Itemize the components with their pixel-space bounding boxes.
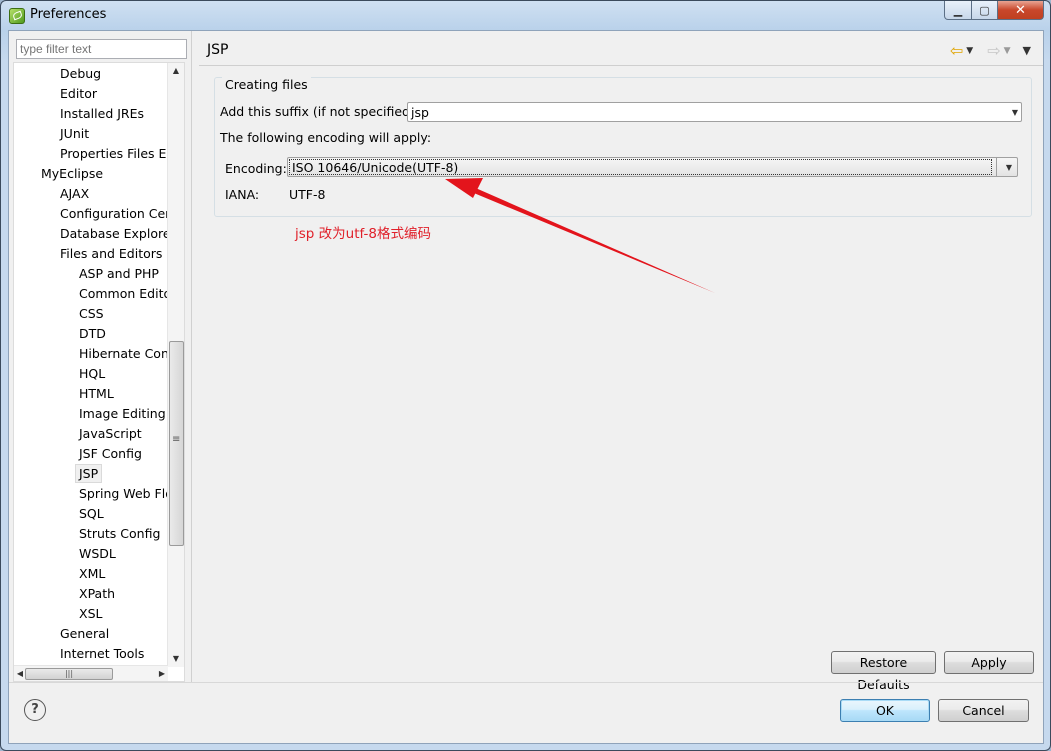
- tree-item[interactable]: Image Editing: [14, 404, 169, 424]
- app-icon: [9, 8, 25, 24]
- preferences-window: Preferences ▁ ▢ ✕ DebugEditorInstalled J…: [0, 0, 1051, 751]
- tree-item[interactable]: XSL: [14, 604, 169, 624]
- scroll-right-icon[interactable]: ▶: [156, 666, 168, 681]
- arrow-shaft: [469, 186, 715, 293]
- close-icon: ✕: [1015, 2, 1026, 18]
- tree-item[interactable]: HQL: [14, 364, 169, 384]
- tree-item[interactable]: JavaScript: [14, 424, 169, 444]
- minimize-icon: ▁: [953, 3, 963, 17]
- close-button[interactable]: ✕: [998, 1, 1044, 20]
- apply-button[interactable]: Apply: [944, 651, 1034, 674]
- ok-button[interactable]: OK: [840, 699, 930, 722]
- tree-item-label: General: [60, 626, 110, 641]
- tree-item[interactable]: HTML: [14, 384, 169, 404]
- window-title: Preferences: [30, 7, 107, 22]
- hscroll-thumb[interactable]: |||: [25, 668, 113, 680]
- tree-item[interactable]: XML: [14, 564, 169, 584]
- restore-defaults-button[interactable]: Restore Defaults: [831, 651, 936, 692]
- maximize-icon: ▢: [979, 3, 990, 17]
- tree-item-label: HTML: [79, 386, 114, 401]
- bottom-separator: [9, 682, 1043, 683]
- tree-item-label: Struts Config: [79, 526, 161, 541]
- tree-item[interactable]: Struts Config: [14, 524, 169, 544]
- tree-item-label: Internet Tools: [60, 646, 145, 661]
- tree-horizontal-scrollbar[interactable]: ◀ ||| ▶: [14, 665, 168, 681]
- tree-item[interactable]: SQL: [14, 504, 169, 524]
- help-icon[interactable]: ?: [24, 699, 46, 721]
- tree-item-label: WSDL: [79, 546, 116, 561]
- tree-item[interactable]: JSF Config: [14, 444, 169, 464]
- tree-item-label: XSL: [79, 606, 103, 621]
- tree-item[interactable]: XPath: [14, 584, 169, 604]
- tree-item-label: XML: [79, 566, 106, 581]
- window-controls: ▁ ▢ ✕: [944, 1, 1044, 21]
- scroll-down-icon[interactable]: ▼: [168, 651, 184, 667]
- tree-item[interactable]: JSP: [14, 464, 169, 484]
- tree-item-label: JSP: [75, 464, 103, 483]
- tree-item[interactable]: Hibernate Conf: [14, 344, 169, 364]
- tree-item-label: HQL: [79, 366, 106, 381]
- tree-item-label: Spring Web Flo: [79, 486, 169, 501]
- minimize-button[interactable]: ▁: [944, 1, 972, 20]
- tree-item-label: SQL: [79, 506, 104, 521]
- tree-item[interactable]: Internet Tools: [14, 644, 169, 664]
- title-bar[interactable]: Preferences ▁ ▢ ✕: [1, 1, 1050, 29]
- annotation-arrow: [445, 178, 715, 293]
- tree-item-label: Hibernate Conf: [79, 346, 169, 361]
- dialog-client-area: DebugEditorInstalled JREsJUnitProperties…: [8, 30, 1044, 744]
- tree-item[interactable]: Spring Web Flo: [14, 484, 169, 504]
- maximize-button[interactable]: ▢: [972, 1, 998, 20]
- tree-item-label: Image Editing: [79, 406, 166, 421]
- cancel-button[interactable]: Cancel: [938, 699, 1029, 722]
- arrow-head: [445, 178, 483, 198]
- tree-item[interactable]: General: [14, 624, 169, 644]
- tree-item-label: JSF Config: [79, 446, 142, 461]
- tree-item-label: JavaScript: [79, 426, 142, 441]
- tree-item[interactable]: WSDL: [14, 544, 169, 564]
- tree-item-label: XPath: [79, 586, 116, 601]
- scroll-thumb[interactable]: [169, 341, 184, 546]
